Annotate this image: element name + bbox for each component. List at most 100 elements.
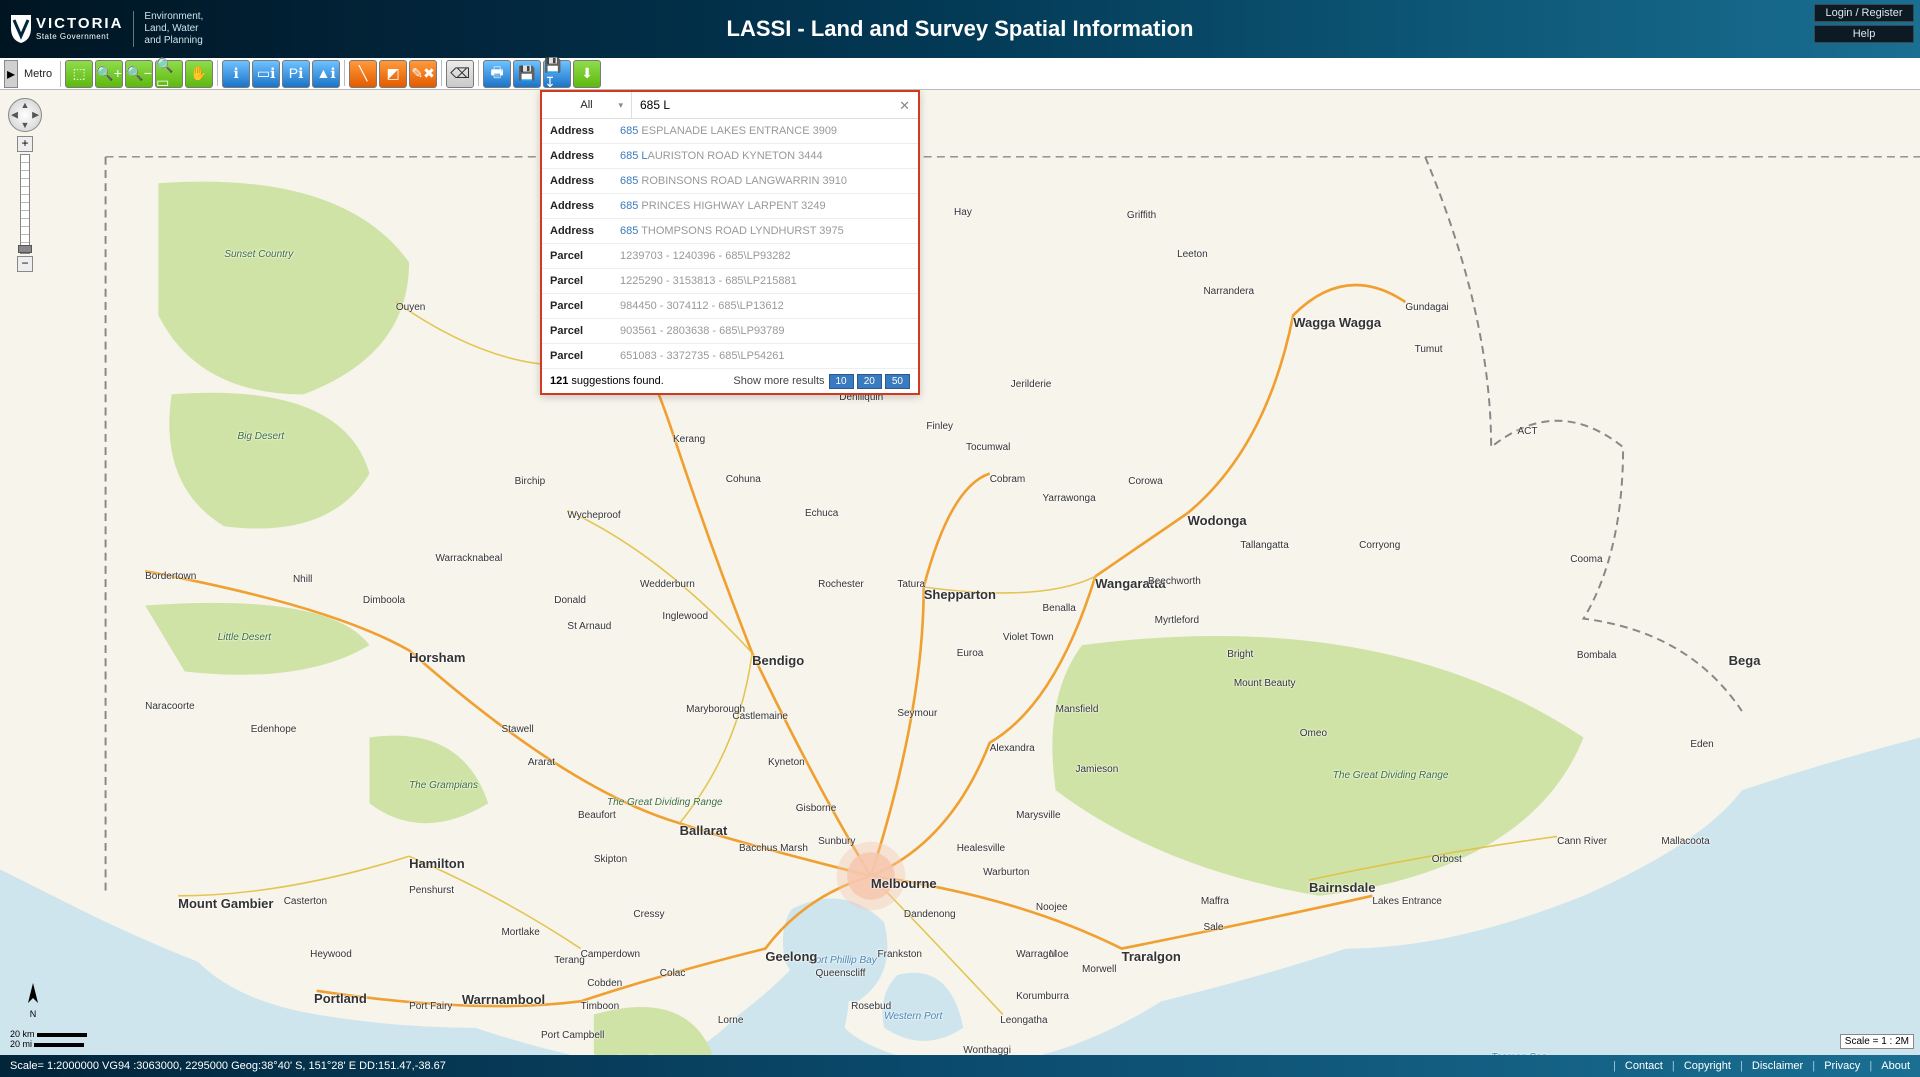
zoom-slider-track[interactable] bbox=[20, 154, 30, 254]
search-result-row[interactable]: Address685 PRINCES HIGHWAY LARPENT 3249 bbox=[542, 194, 918, 219]
footer-link-privacy[interactable]: Privacy bbox=[1824, 1060, 1860, 1072]
north-arrow-icon bbox=[26, 983, 40, 1007]
toolbar-separator bbox=[60, 61, 61, 87]
header-divider bbox=[133, 11, 134, 47]
coordinate-readout: Scale= 1:2000000 VG94 :3063000, 2295000 … bbox=[10, 1060, 446, 1072]
toolbar-separator bbox=[478, 60, 479, 86]
toolbar-separator bbox=[441, 60, 442, 86]
search-result-row[interactable]: Parcel903561 - 2803638 - 685\LP93789 bbox=[542, 319, 918, 344]
search-clear-button[interactable]: ✕ bbox=[899, 98, 910, 114]
download-button[interactable]: ⬇ bbox=[573, 60, 601, 88]
search-result-value: 685 ROBINSONS ROAD LANGWARRIN 3910 bbox=[620, 175, 910, 187]
search-result-type: Address bbox=[550, 125, 620, 137]
side-panel-toggle[interactable]: ▸ bbox=[4, 60, 18, 88]
toolbar-separator bbox=[217, 60, 218, 86]
map-canvas[interactable] bbox=[0, 90, 1920, 1055]
footer-link-about[interactable]: About bbox=[1881, 1060, 1910, 1072]
identify-plan-button[interactable]: Pℹ bbox=[282, 60, 310, 88]
search-result-value: 651083 - 3372735 - 685\LP54261 bbox=[620, 350, 910, 362]
save-button[interactable]: 💾 bbox=[513, 60, 541, 88]
search-result-value: 984450 - 3074112 - 685\LP13612 bbox=[620, 300, 910, 312]
identify-info-button[interactable]: ▲ℹ bbox=[312, 60, 340, 88]
map-viewport[interactable]: Sunset CountryBig DesertLittle DesertThe… bbox=[0, 90, 1920, 1055]
search-result-type: Address bbox=[550, 225, 620, 237]
export-button[interactable]: 💾↧ bbox=[543, 60, 571, 88]
search-result-row[interactable]: Parcel651083 - 3372735 - 685\LP54261 bbox=[542, 344, 918, 369]
login-register-button[interactable]: Login / Register bbox=[1814, 4, 1914, 22]
zoom-out-step-button[interactable]: − bbox=[17, 256, 33, 272]
zoom-in-button[interactable]: 🔍+ bbox=[95, 60, 123, 88]
footer-link-copyright[interactable]: Copyright bbox=[1684, 1060, 1731, 1072]
department-name: Environment, Land, Water and Planning bbox=[144, 11, 203, 47]
zoom-out-button[interactable]: 🔍− bbox=[125, 60, 153, 88]
zoom-slider-thumb[interactable] bbox=[18, 245, 32, 253]
page-size-50-button[interactable]: 50 bbox=[885, 374, 910, 389]
search-result-row[interactable]: Address685 THOMPSONS ROAD LYNDHURST 3975 bbox=[542, 219, 918, 244]
results-count: 121 suggestions found. bbox=[550, 375, 664, 387]
toolbar-separator bbox=[344, 60, 345, 86]
search-filter-dropdown[interactable]: All bbox=[542, 92, 632, 118]
scale-ratio-readout: Scale = 1 : 2M bbox=[1840, 1034, 1914, 1049]
vic-shield-icon bbox=[10, 14, 32, 44]
logo-block: VICTORIA State Government Environment, L… bbox=[0, 11, 203, 47]
footer-link-disclaimer[interactable]: Disclaimer bbox=[1752, 1060, 1803, 1072]
north-label: N bbox=[30, 1009, 37, 1019]
search-result-row[interactable]: Parcel1225290 - 3153813 - 685\LP215881 bbox=[542, 269, 918, 294]
search-result-type: Address bbox=[550, 175, 620, 187]
full-extent-button[interactable]: ⬚ bbox=[65, 60, 93, 88]
search-result-row[interactable]: Address685 ESPLANADE LAKES ENTRANCE 3909 bbox=[542, 119, 918, 144]
search-result-type: Parcel bbox=[550, 250, 620, 262]
pan-button[interactable]: ✋ bbox=[185, 60, 213, 88]
zoom-in-step-button[interactable]: + bbox=[17, 136, 33, 152]
pan-south-button[interactable]: ▼ bbox=[21, 120, 30, 130]
clear-measure-button[interactable]: ✎✖ bbox=[409, 60, 437, 88]
page-size-20-button[interactable]: 20 bbox=[857, 374, 882, 389]
zoom-select-button[interactable]: 🔍▭ bbox=[155, 60, 183, 88]
scale-mi-label: 20 mi bbox=[10, 1039, 32, 1049]
search-result-value: 903561 - 2803638 - 685\LP93789 bbox=[620, 325, 910, 337]
search-result-type: Parcel bbox=[550, 275, 620, 287]
logo-main: VICTORIA bbox=[36, 18, 123, 30]
search-result-value: 685 THOMPSONS ROAD LYNDHURST 3975 bbox=[620, 225, 910, 237]
status-footer: Scale= 1:2000000 VG94 :3063000, 2295000 … bbox=[0, 1055, 1920, 1077]
toolbar: ▸ Metro ⬚🔍+🔍−🔍▭✋ ℹ▭ℹPℹ▲ℹ ╲◩✎✖ ⌫ 🖶💾💾↧⬇ bbox=[0, 58, 1920, 90]
erase-button[interactable]: ⌫ bbox=[446, 60, 474, 88]
search-result-value: 1239703 - 1240396 - 685\LP93282 bbox=[620, 250, 910, 262]
search-result-value: 685 PRINCES HIGHWAY LARPENT 3249 bbox=[620, 200, 910, 212]
scale-km-label: 20 km bbox=[10, 1029, 35, 1039]
pan-north-button[interactable]: ▲ bbox=[21, 100, 30, 110]
panel-label: Metro bbox=[20, 68, 56, 80]
measure-line-button[interactable]: ╲ bbox=[349, 60, 377, 88]
search-result-value: 685 LAURISTON ROAD KYNETON 3444 bbox=[620, 150, 910, 162]
pan-rose[interactable]: ▲ ▼ ◀ ▶ bbox=[8, 98, 42, 132]
footer-link-contact[interactable]: Contact bbox=[1625, 1060, 1663, 1072]
search-result-type: Address bbox=[550, 200, 620, 212]
north-arrow: N bbox=[18, 983, 48, 1019]
search-result-type: Parcel bbox=[550, 350, 620, 362]
search-input[interactable] bbox=[632, 92, 918, 118]
page-size-10-button[interactable]: 10 bbox=[829, 374, 854, 389]
search-result-row[interactable]: Parcel984450 - 3074112 - 685\LP13612 bbox=[542, 294, 918, 319]
zoom-control: ▲ ▼ ◀ ▶ + − bbox=[8, 98, 42, 272]
search-result-value: 685 ESPLANADE LAKES ENTRANCE 3909 bbox=[620, 125, 910, 137]
victoria-logo: VICTORIA State Government bbox=[10, 14, 123, 44]
print-button[interactable]: 🖶 bbox=[483, 60, 511, 88]
search-result-row[interactable]: Address685 ROBINSONS ROAD LANGWARRIN 391… bbox=[542, 169, 918, 194]
app-title: LASSI - Land and Survey Spatial Informat… bbox=[727, 16, 1194, 42]
identify-button[interactable]: ℹ bbox=[222, 60, 250, 88]
pan-east-button[interactable]: ▶ bbox=[32, 110, 39, 121]
search-result-row[interactable]: Parcel1239703 - 1240396 - 685\LP93282 bbox=[542, 244, 918, 269]
search-result-type: Parcel bbox=[550, 325, 620, 337]
logo-sub: State Government bbox=[36, 32, 123, 41]
identify-area-button[interactable]: ▭ℹ bbox=[252, 60, 280, 88]
measure-area-button[interactable]: ◩ bbox=[379, 60, 407, 88]
app-header: VICTORIA State Government Environment, L… bbox=[0, 0, 1920, 58]
search-result-row[interactable]: Address685 LAURISTON ROAD KYNETON 3444 bbox=[542, 144, 918, 169]
search-result-type: Address bbox=[550, 150, 620, 162]
search-result-value: 1225290 - 3153813 - 685\LP215881 bbox=[620, 275, 910, 287]
scale-bar: 20 km 20 mi bbox=[10, 1029, 89, 1049]
pan-west-button[interactable]: ◀ bbox=[11, 110, 18, 121]
search-panel: All ✕ Address685 ESPLANADE LAKES ENTRANC… bbox=[540, 90, 920, 395]
help-button[interactable]: Help bbox=[1814, 25, 1914, 43]
search-result-type: Parcel bbox=[550, 300, 620, 312]
